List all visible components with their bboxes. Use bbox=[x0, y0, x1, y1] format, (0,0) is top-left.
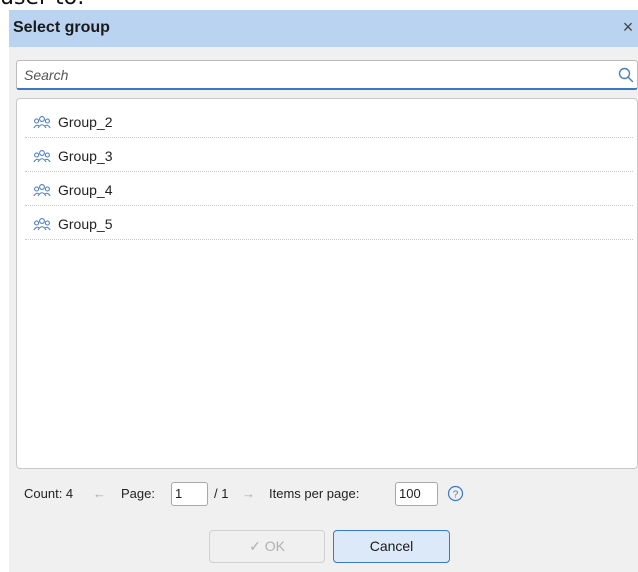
items-per-page-label: Items per page: bbox=[269, 486, 360, 501]
page-number-input[interactable]: 1 bbox=[171, 482, 208, 506]
group-list: Group_2 Group_3 Group_4 Group_5 bbox=[16, 98, 638, 469]
group-icon bbox=[33, 116, 51, 129]
items-per-page-input[interactable]: 100 bbox=[395, 482, 438, 506]
pagination-bar: Count: 4 ← Page: 1 / 1 → Items per page:… bbox=[16, 482, 638, 508]
close-icon[interactable]: × bbox=[618, 17, 638, 39]
total-pages-label: / 1 bbox=[214, 486, 229, 501]
list-item-group-3[interactable]: Group_3 bbox=[25, 139, 633, 172]
list-item-label: Group_5 bbox=[58, 216, 113, 232]
search-box bbox=[16, 60, 638, 90]
list-item-group-5[interactable]: Group_5 bbox=[25, 207, 633, 240]
search-input[interactable] bbox=[20, 61, 618, 88]
count-label: Count: 4 bbox=[24, 486, 74, 501]
next-page-arrow-icon[interactable]: → bbox=[242, 482, 255, 506]
select-group-dialog: Select group × Group_2 bbox=[9, 10, 638, 572]
prev-page-arrow-icon[interactable]: ← bbox=[93, 482, 106, 506]
search-icon[interactable] bbox=[617, 66, 635, 84]
dialog-title: Select group bbox=[13, 19, 110, 36]
ok-button-label: OK bbox=[264, 538, 285, 554]
svg-text:?: ? bbox=[453, 489, 459, 500]
list-item-label: Group_3 bbox=[58, 148, 113, 164]
background-text: user to: bbox=[0, 0, 84, 10]
list-item-label: Group_4 bbox=[58, 182, 113, 198]
list-item-group-2[interactable]: Group_2 bbox=[25, 105, 633, 138]
help-icon[interactable]: ? bbox=[447, 485, 464, 502]
check-icon: ✓ bbox=[249, 538, 261, 554]
group-icon bbox=[33, 218, 51, 231]
group-icon bbox=[33, 184, 51, 197]
page-label: Page: bbox=[121, 486, 155, 501]
list-item-label: Group_2 bbox=[58, 114, 113, 130]
dialog-titlebar: Select group × bbox=[9, 10, 638, 47]
group-icon bbox=[33, 150, 51, 163]
ok-button[interactable]: ✓ OK bbox=[209, 530, 325, 563]
list-item-group-4[interactable]: Group_4 bbox=[25, 173, 633, 206]
cancel-button[interactable]: Cancel bbox=[333, 530, 450, 563]
